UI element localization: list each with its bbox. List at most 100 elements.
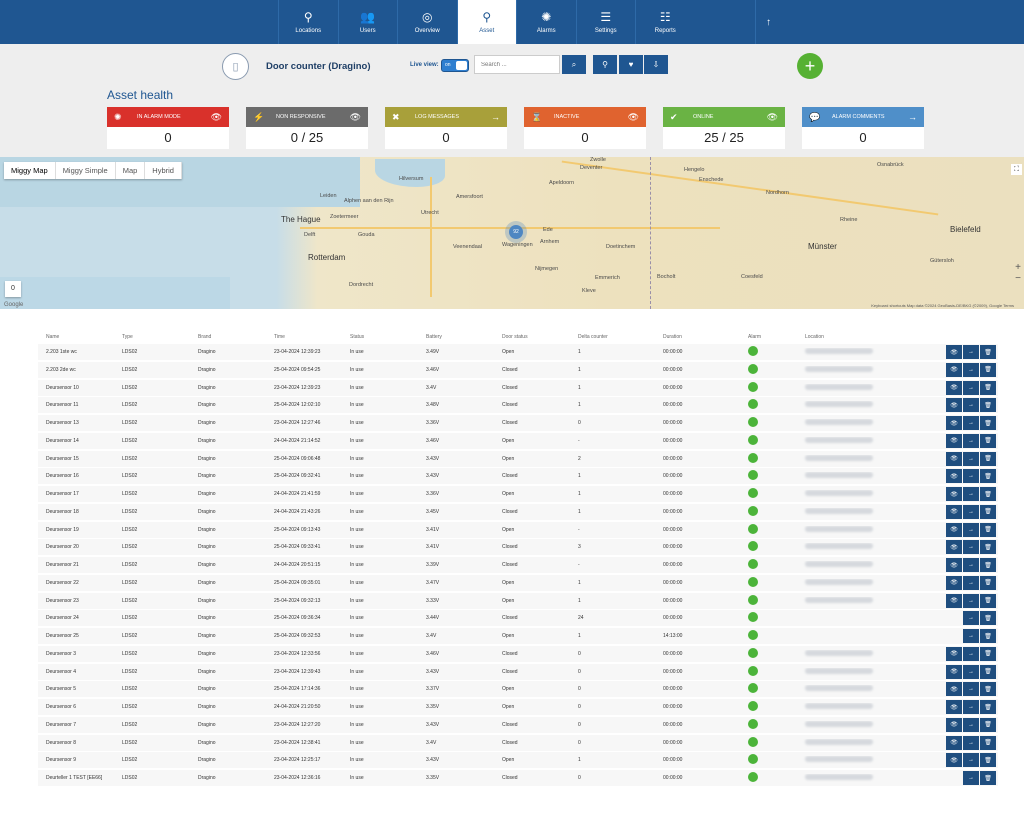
view-button[interactable]: 👁	[946, 558, 962, 572]
map-tab[interactable]: Hybrid	[145, 162, 182, 179]
add-asset-button[interactable]: +	[797, 53, 823, 79]
open-button[interactable]: →	[963, 362, 979, 377]
open-button[interactable]: →	[963, 771, 979, 785]
delete-button[interactable]: 🗑	[980, 629, 996, 643]
scroll-up-icon[interactable]: ↑	[755, 0, 781, 44]
open-button[interactable]: →	[963, 717, 979, 732]
open-button[interactable]: →	[963, 433, 979, 448]
open-button[interactable]: →	[963, 611, 979, 626]
delete-button[interactable]: 🗑	[980, 380, 996, 395]
view-button[interactable]: 👁	[946, 522, 962, 537]
view-button[interactable]: 👁	[946, 575, 962, 590]
delete-button[interactable]: 🗑	[980, 487, 996, 501]
view-button[interactable]: 👁	[946, 504, 962, 519]
open-button[interactable]: →	[963, 735, 979, 750]
nav-overview[interactable]: ◎ Overview	[397, 0, 457, 44]
view-button[interactable]: 👁	[946, 416, 962, 430]
open-button[interactable]: →	[963, 540, 979, 555]
open-button[interactable]: →	[963, 682, 979, 697]
view-button[interactable]: 👁	[946, 380, 962, 395]
delete-button[interactable]: 🗑	[980, 504, 996, 519]
delete-button[interactable]: 🗑	[980, 682, 996, 697]
view-button[interactable]: 👁	[946, 451, 962, 466]
arrow-right-icon[interactable]: →	[908, 112, 917, 122]
view-button[interactable]: 👁	[946, 682, 962, 697]
open-button[interactable]: →	[963, 398, 979, 413]
view-button[interactable]: 👁	[946, 700, 962, 714]
delete-button[interactable]: 🗑	[980, 451, 996, 466]
map-tab[interactable]: Map	[116, 162, 146, 179]
view-button[interactable]: 👁	[946, 735, 962, 750]
open-button[interactable]: →	[963, 469, 979, 484]
zoom-out-icon[interactable]: −	[1012, 273, 1024, 284]
open-button[interactable]: →	[963, 504, 979, 519]
delete-button[interactable]: 🗑	[980, 611, 996, 626]
arrow-right-icon[interactable]: →	[491, 112, 500, 122]
open-button[interactable]: →	[963, 753, 979, 768]
open-button[interactable]: →	[963, 575, 979, 590]
health-card-header[interactable]: ✺ IN ALARM MODE 👁	[107, 107, 229, 127]
delete-button[interactable]: 🗑	[980, 717, 996, 732]
health-card-header[interactable]: 💬 ALARM COMMENTS →	[802, 107, 924, 127]
delete-button[interactable]: 🗑	[980, 433, 996, 448]
view-button[interactable]: 👁	[946, 593, 962, 608]
view-button[interactable]: 👁	[946, 717, 962, 732]
open-button[interactable]: →	[963, 664, 979, 679]
delete-button[interactable]: 🗑	[980, 540, 996, 555]
delete-button[interactable]: 🗑	[980, 522, 996, 537]
fullscreen-icon[interactable]: ⛶	[1011, 164, 1022, 175]
open-button[interactable]: →	[963, 451, 979, 466]
search-button[interactable]: ⌕	[562, 55, 586, 74]
health-card-header[interactable]: ✔ ONLINE 👁	[663, 107, 785, 127]
live-view-toggle[interactable]: on	[441, 59, 469, 72]
view-button[interactable]: 👁	[946, 469, 962, 484]
open-button[interactable]: →	[963, 593, 979, 608]
open-button[interactable]: →	[963, 646, 979, 661]
delete-button[interactable]: 🗑	[980, 345, 996, 359]
delete-button[interactable]: 🗑	[980, 398, 996, 413]
delete-button[interactable]: 🗑	[980, 558, 996, 572]
nav-locations[interactable]: ⚲ Locations	[278, 0, 338, 44]
delete-button[interactable]: 🗑	[980, 416, 996, 430]
eye-icon[interactable]: 👁	[767, 112, 778, 123]
map-pin-button[interactable]: ⚲	[593, 55, 617, 74]
nav-users[interactable]: 👥 Users	[337, 0, 398, 44]
open-button[interactable]: →	[963, 700, 979, 714]
delete-button[interactable]: 🗑	[980, 575, 996, 590]
view-button[interactable]: 👁	[946, 753, 962, 768]
nav-reports[interactable]: ☷ Reports	[635, 0, 695, 44]
open-button[interactable]: →	[963, 380, 979, 395]
view-button[interactable]: 👁	[946, 433, 962, 448]
delete-button[interactable]: 🗑	[980, 753, 996, 768]
eye-icon[interactable]: 👁	[628, 112, 639, 123]
search-input[interactable]	[474, 55, 560, 74]
nav-asset[interactable]: ⚲ Asset	[456, 0, 516, 44]
delete-button[interactable]: 🗑	[980, 771, 996, 785]
delete-button[interactable]: 🗑	[980, 664, 996, 679]
delete-button[interactable]: 🗑	[980, 593, 996, 608]
export-button[interactable]: ⇩	[644, 55, 668, 74]
health-card-header[interactable]: ⌛ INACTIVE 👁	[524, 107, 646, 127]
map-cluster-marker[interactable]: 92	[509, 225, 523, 239]
view-button[interactable]: 👁	[946, 398, 962, 413]
view-button[interactable]: 👁	[946, 487, 962, 501]
favorite-button[interactable]: ♥	[619, 55, 643, 74]
view-button[interactable]: 👁	[946, 540, 962, 555]
open-button[interactable]: →	[963, 345, 979, 359]
zoom-in-icon[interactable]: +	[1012, 262, 1024, 273]
nav-alarms[interactable]: ✺ Alarms	[516, 0, 576, 44]
view-button[interactable]: 👁	[946, 362, 962, 377]
eye-icon[interactable]: 👁	[350, 112, 361, 123]
view-button[interactable]: 👁	[946, 345, 962, 359]
nav-settings[interactable]: ☰ Settings	[575, 0, 636, 44]
map-counter[interactable]: 0	[5, 281, 21, 297]
delete-button[interactable]: 🗑	[980, 646, 996, 661]
view-button[interactable]: 👁	[946, 646, 962, 661]
health-card-header[interactable]: ✖ LOG MESSAGES →	[385, 107, 507, 127]
delete-button[interactable]: 🗑	[980, 735, 996, 750]
open-button[interactable]: →	[963, 416, 979, 430]
map-view[interactable]: The Hague Rotterdam Bielefeld Münster Leiden…	[0, 157, 1024, 309]
view-button[interactable]: 👁	[946, 664, 962, 679]
open-button[interactable]: →	[963, 487, 979, 501]
map-tab[interactable]: Miggy Map	[4, 162, 56, 179]
